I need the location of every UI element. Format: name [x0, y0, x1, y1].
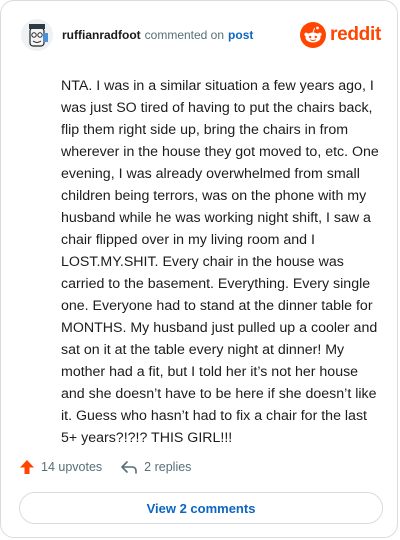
- commented-on-text: commented on: [144, 28, 225, 42]
- comment-actions: 14 upvotes 2 replies: [19, 457, 191, 477]
- replies-button[interactable]: 2 replies: [120, 459, 191, 475]
- post-link[interactable]: post: [228, 28, 253, 42]
- reddit-wordmark: reddit: [330, 24, 381, 45]
- comment-body: NTA. I was in a similar situation a few …: [61, 78, 379, 446]
- avatar-illustration-icon: [21, 19, 53, 51]
- view-comments-button[interactable]: View 2 comments: [19, 492, 383, 524]
- upvote-arrow-icon: [20, 460, 34, 474]
- reply-arrow-icon: [121, 461, 137, 474]
- reddit-snoo-icon: [300, 22, 327, 48]
- reply-count: 2 replies: [144, 460, 192, 474]
- username[interactable]: ruffianradfoot: [62, 28, 141, 42]
- user-avatar[interactable]: [21, 19, 53, 51]
- comment-meta: ruffianradfoot commented on post: [62, 28, 253, 42]
- upvote-count: 14 upvotes: [41, 460, 103, 474]
- reddit-logo: reddit: [300, 22, 381, 48]
- comment-header: ruffianradfoot commented on post reddit: [21, 17, 381, 53]
- comment-card: ruffianradfoot commented on post reddit …: [0, 0, 398, 538]
- upvote-button[interactable]: 14 upvotes: [19, 459, 102, 475]
